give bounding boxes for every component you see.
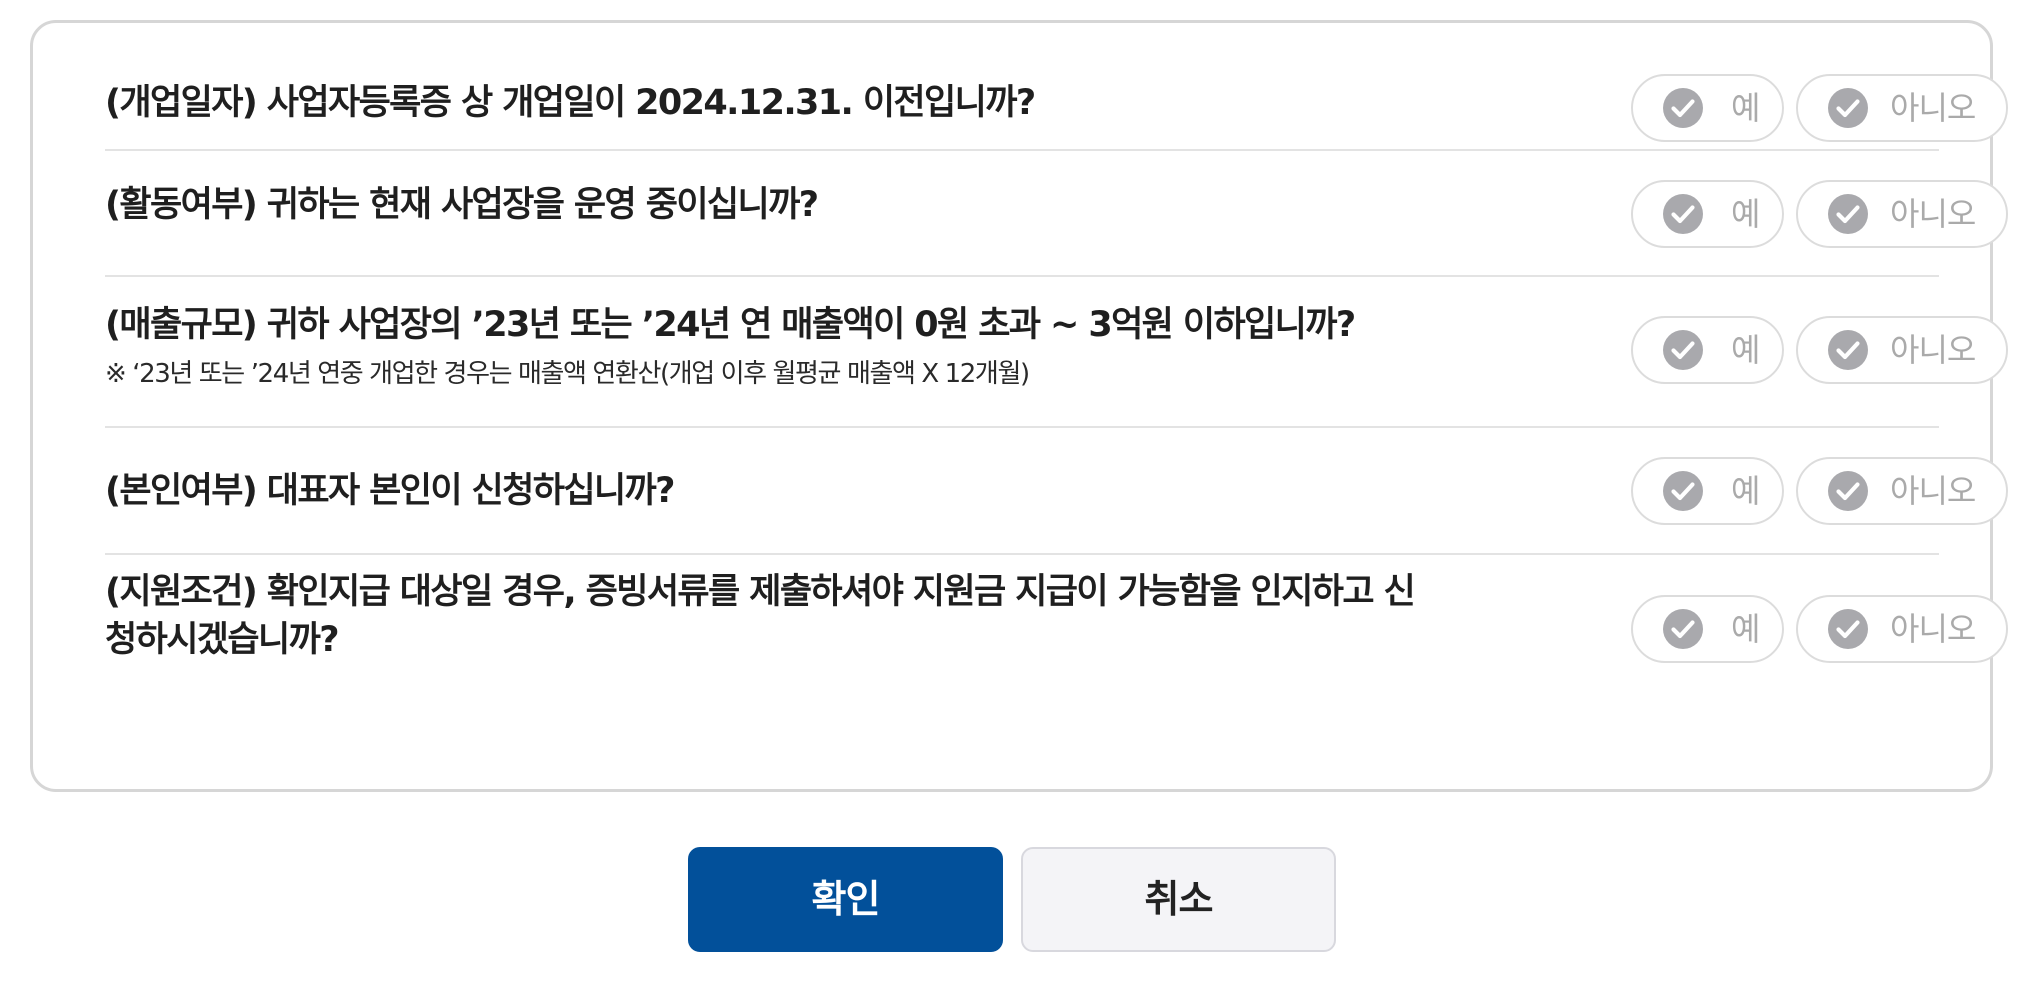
- yes-label: 예: [1731, 195, 1760, 233]
- yes-option[interactable]: 예: [1631, 180, 1784, 248]
- no-option[interactable]: 아니오: [1796, 457, 2008, 525]
- check-circle-icon: [1828, 194, 1868, 234]
- no-label: 아니오: [1890, 331, 1976, 369]
- check-circle-icon: [1828, 609, 1868, 649]
- question-row: (활동여부) 귀하는 현재 사업장을 운영 중이십니까? 예 아니오: [105, 151, 2008, 277]
- check-circle-icon: [1663, 88, 1703, 128]
- check-circle-icon: [1828, 330, 1868, 370]
- no-label: 아니오: [1890, 89, 1976, 127]
- yes-label: 예: [1731, 331, 1760, 369]
- check-circle-icon: [1663, 330, 1703, 370]
- yes-option[interactable]: 예: [1631, 457, 1784, 525]
- yes-option[interactable]: 예: [1631, 74, 1784, 142]
- check-circle-icon: [1663, 609, 1703, 649]
- yes-label: 예: [1731, 610, 1760, 648]
- check-circle-icon: [1663, 194, 1703, 234]
- check-circle-icon: [1828, 88, 1868, 128]
- question-text: (활동여부) 귀하는 현재 사업장을 운영 중이십니까?: [105, 185, 819, 225]
- no-label: 아니오: [1890, 195, 1976, 233]
- no-option[interactable]: 아니오: [1796, 180, 2008, 248]
- no-label: 아니오: [1890, 472, 1976, 510]
- no-label: 아니오: [1890, 610, 1976, 648]
- question-text: (매출규모) 귀하 사업장의 ’23년 또는 ’24년 연 매출액이 0원 초과…: [105, 305, 1356, 345]
- eligibility-questions-card: (개업일자) 사업자등록증 상 개업일이 2024.12.31. 이전입니까? …: [30, 20, 2008, 792]
- no-option[interactable]: 아니오: [1796, 595, 2008, 663]
- check-circle-icon: [1663, 471, 1703, 511]
- question-row: (지원조건) 확인지급 대상일 경우, 증빙서류를 제출하셔야 지원금 지급이 …: [105, 555, 2008, 745]
- question-text: (본인여부) 대표자 본인이 신청하십니까?: [105, 471, 675, 511]
- question-note: ※ ‘23년 또는 ’24년 연중 개업한 경우는 매출액 연환산(개업 이후 …: [105, 359, 1030, 389]
- no-option[interactable]: 아니오: [1796, 74, 2008, 142]
- yes-label: 예: [1731, 89, 1760, 127]
- question-text: (개업일자) 사업자등록증 상 개업일이 2024.12.31. 이전입니까?: [105, 83, 1036, 123]
- yes-label: 예: [1731, 472, 1760, 510]
- question-row: (본인여부) 대표자 본인이 신청하십니까? 예 아니오: [105, 428, 2008, 555]
- question-row: (매출규모) 귀하 사업장의 ’23년 또는 ’24년 연 매출액이 0원 초과…: [105, 277, 2008, 428]
- question-row: (개업일자) 사업자등록증 상 개업일이 2024.12.31. 이전입니까? …: [105, 23, 2008, 151]
- cancel-button[interactable]: 취소: [1021, 847, 1336, 952]
- no-option[interactable]: 아니오: [1796, 316, 2008, 384]
- check-circle-icon: [1828, 471, 1868, 511]
- yes-option[interactable]: 예: [1631, 595, 1784, 663]
- question-text: (지원조건) 확인지급 대상일 경우, 증빙서류를 제출하셔야 지원금 지급이 …: [105, 572, 1416, 660]
- yes-option[interactable]: 예: [1631, 316, 1784, 384]
- confirm-button[interactable]: 확인: [688, 847, 1003, 952]
